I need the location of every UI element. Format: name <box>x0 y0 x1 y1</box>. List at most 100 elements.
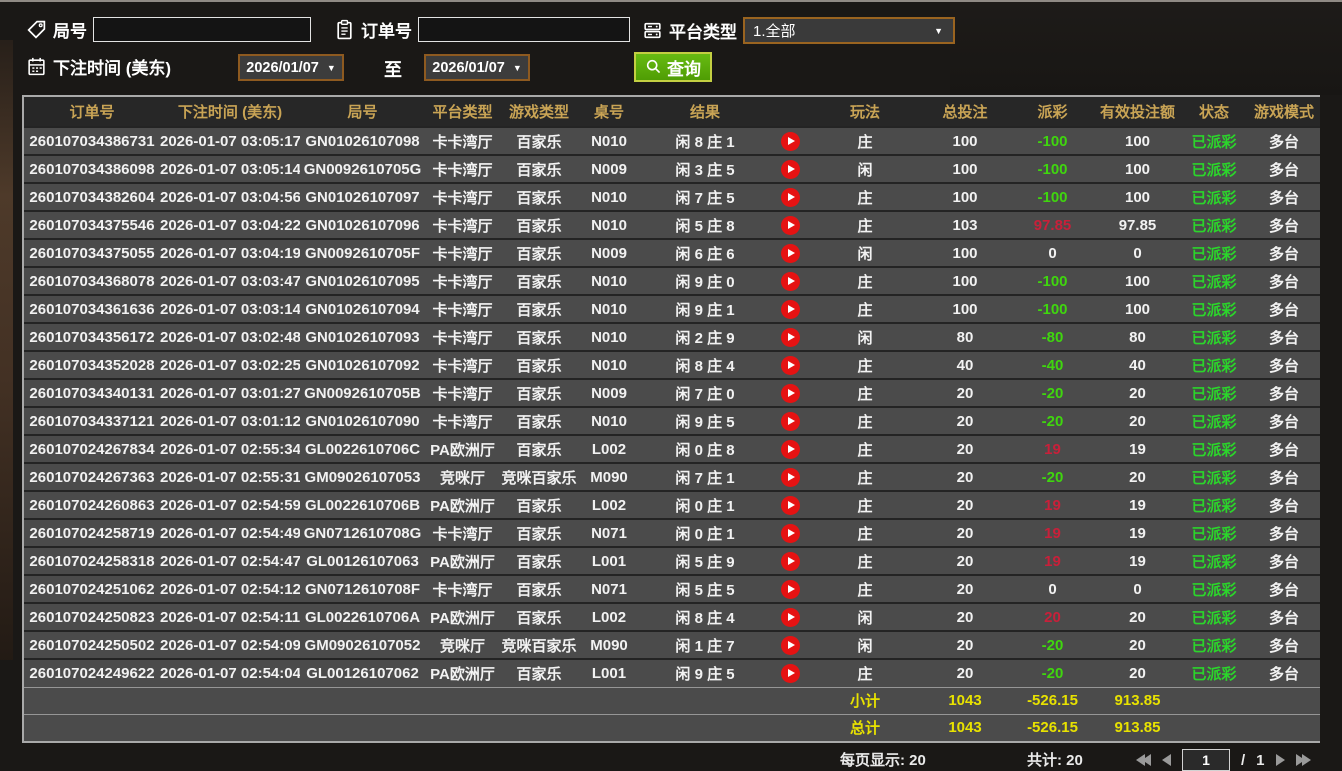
cell-total-bet: 20 <box>920 378 1010 407</box>
play-video-icon[interactable] <box>780 383 800 403</box>
cell-play: 庄 <box>810 658 920 687</box>
cell-table-no: L002 <box>578 602 640 631</box>
cell-result: 闲 8 庄 1 <box>640 127 770 155</box>
play-video-icon[interactable] <box>780 551 800 571</box>
table-row: 260107024258719 2026-01-07 02:54:49 GN07… <box>24 518 1320 547</box>
first-page-button[interactable] <box>1136 754 1151 766</box>
cell-result: 闲 8 庄 4 <box>640 602 770 631</box>
cell-play: 庄 <box>810 574 920 603</box>
prev-page-button[interactable] <box>1162 754 1171 766</box>
cell-valid-bet: 100 <box>1095 154 1180 183</box>
order-no-input[interactable] <box>418 17 630 42</box>
total-total-bet: 1043 <box>920 713 1010 741</box>
cell-play: 闲 <box>810 602 920 631</box>
cell-game-no: GN0092610705B <box>300 378 425 407</box>
cell-play: 庄 <box>810 546 920 575</box>
cell-status: 已派彩 <box>1180 322 1248 351</box>
cell-play: 庄 <box>810 210 920 239</box>
cell-bet-time: 2026-01-07 03:04:22 <box>160 210 300 239</box>
platform-icon <box>644 22 661 39</box>
cell-payout: 97.85 <box>1010 210 1095 239</box>
play-video-icon[interactable] <box>780 663 800 683</box>
cell-platform: 卡卡湾厅 <box>425 210 500 239</box>
play-video-icon[interactable] <box>780 187 800 207</box>
next-page-button[interactable] <box>1275 754 1285 766</box>
platform-type-select[interactable]: 1.全部 ▼ <box>743 17 955 44</box>
cell-order-no: 260107034356172 <box>24 322 160 351</box>
table-row: 260107034356172 2026-01-07 03:02:48 GN01… <box>24 322 1320 351</box>
cell-mode: 多台 <box>1248 518 1320 547</box>
total-spacer-end <box>1180 713 1320 741</box>
page-number-input[interactable]: 1 <box>1182 749 1230 771</box>
page-total: 1 <box>1256 751 1265 769</box>
cell-play: 庄 <box>810 294 920 323</box>
query-button[interactable]: 查询 <box>634 52 712 82</box>
cell-game-type: 百家乐 <box>500 210 578 239</box>
cell-mode: 多台 <box>1248 378 1320 407</box>
play-video-icon[interactable] <box>780 579 800 599</box>
col-header-payout: 派彩 <box>1010 97 1095 128</box>
cell-result: 闲 9 庄 0 <box>640 266 770 295</box>
cell-valid-bet: 100 <box>1095 294 1180 323</box>
game-no-input[interactable] <box>93 17 311 42</box>
cell-status: 已派彩 <box>1180 546 1248 575</box>
cell-valid-bet: 97.85 <box>1095 210 1180 239</box>
cell-mode: 多台 <box>1248 266 1320 295</box>
cell-bet-time: 2026-01-07 03:01:27 <box>160 378 300 407</box>
play-video-icon[interactable] <box>780 299 800 319</box>
date-to-picker[interactable]: 2026/01/07 ▼ <box>424 54 530 81</box>
col-header-game-no: 局号 <box>300 97 425 128</box>
last-page-button[interactable] <box>1295 754 1311 766</box>
play-video-icon[interactable] <box>780 159 800 179</box>
play-video-icon[interactable] <box>780 635 800 655</box>
cell-valid-bet: 100 <box>1095 127 1180 155</box>
play-video-icon[interactable] <box>780 467 800 487</box>
cell-platform: 卡卡湾厅 <box>425 294 500 323</box>
cell-replay <box>770 574 810 603</box>
subtotal-row: 小计 1043 -526.15 913.85 <box>24 686 1320 714</box>
cell-total-bet: 100 <box>920 182 1010 211</box>
cell-table-no: L001 <box>578 546 640 575</box>
cell-mode: 多台 <box>1248 182 1320 211</box>
cell-play: 闲 <box>810 238 920 267</box>
play-video-icon[interactable] <box>780 271 800 291</box>
cell-bet-time: 2026-01-07 03:05:17 <box>160 127 300 155</box>
cell-total-bet: 20 <box>920 518 1010 547</box>
cell-game-type: 百家乐 <box>500 238 578 267</box>
cell-valid-bet: 20 <box>1095 630 1180 659</box>
cell-bet-time: 2026-01-07 02:54:04 <box>160 658 300 687</box>
play-video-icon[interactable] <box>780 215 800 235</box>
cell-replay <box>770 490 810 519</box>
play-video-icon[interactable] <box>780 607 800 627</box>
play-video-icon[interactable] <box>780 355 800 375</box>
date-from-picker[interactable]: 2026/01/07 ▼ <box>238 54 344 81</box>
bet-records-table: 订单号 下注时间 (美东) 局号 平台类型 游戏类型 桌号 结果 玩法 总投注 … <box>22 95 1320 743</box>
cell-replay <box>770 350 810 379</box>
cell-mode: 多台 <box>1248 546 1320 575</box>
cell-table-no: N010 <box>578 210 640 239</box>
play-video-icon[interactable] <box>780 439 800 459</box>
play-video-icon[interactable] <box>780 327 800 347</box>
cell-replay <box>770 434 810 463</box>
cell-valid-bet: 20 <box>1095 602 1180 631</box>
total-count-label: 共计: <box>1027 752 1062 769</box>
play-video-icon[interactable] <box>780 411 800 431</box>
play-video-icon[interactable] <box>780 131 800 151</box>
cell-mode: 多台 <box>1248 602 1320 631</box>
play-video-icon[interactable] <box>780 495 800 515</box>
cell-total-bet: 20 <box>920 462 1010 491</box>
cell-bet-time: 2026-01-07 02:55:34 <box>160 434 300 463</box>
cell-play: 庄 <box>810 490 920 519</box>
cell-mode: 多台 <box>1248 406 1320 435</box>
cell-replay <box>770 294 810 323</box>
table-row: 260107024267363 2026-01-07 02:55:31 GM09… <box>24 462 1320 491</box>
cell-order-no: 260107024267834 <box>24 434 160 463</box>
cell-platform: 卡卡湾厅 <box>425 574 500 603</box>
cell-game-no: GN01026107096 <box>300 210 425 239</box>
cell-bet-time: 2026-01-07 02:55:31 <box>160 462 300 491</box>
cell-game-no: GN01026107092 <box>300 350 425 379</box>
play-video-icon[interactable] <box>780 523 800 543</box>
play-video-icon[interactable] <box>780 243 800 263</box>
cell-game-no: GN01026107095 <box>300 266 425 295</box>
cell-table-no: N009 <box>578 378 640 407</box>
